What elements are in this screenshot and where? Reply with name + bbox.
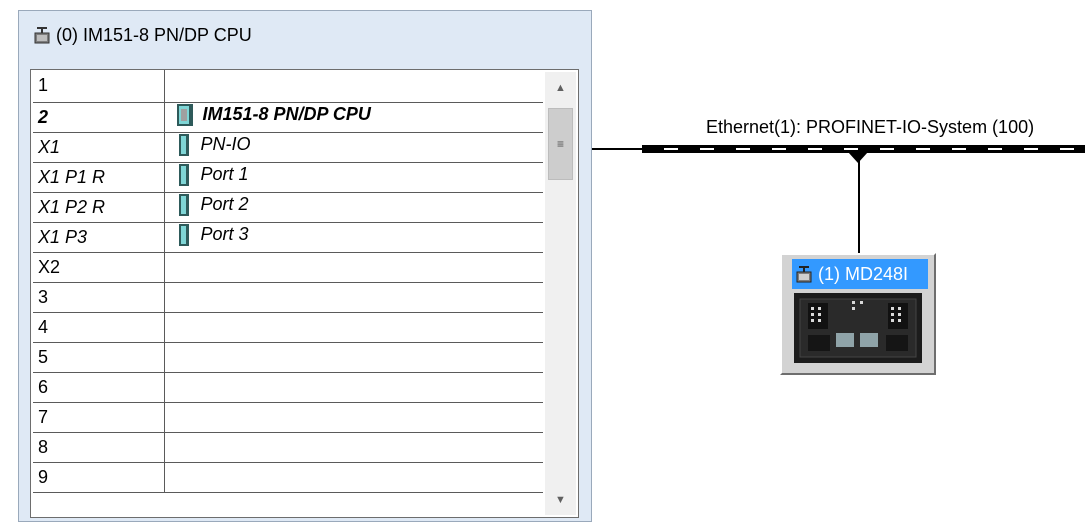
module-name: Port 1 (200, 164, 249, 184)
slot-row[interactable]: 9 (33, 462, 543, 493)
slot-module-cell[interactable] (164, 462, 543, 493)
module-name: PN-IO (200, 134, 251, 154)
cpu-module-icon (176, 103, 193, 126)
station-connection-line (592, 148, 642, 150)
io-device-box[interactable]: (1) MD248I (780, 253, 936, 375)
slot-module-cell[interactable]: Port 1 (164, 162, 543, 193)
bus-dash (880, 148, 894, 150)
slot-row[interactable]: X1 P2 R Port 2 (33, 192, 543, 223)
slot-row[interactable]: X1 PN-IO (33, 132, 543, 163)
slot-number: 6 (33, 372, 165, 403)
slot-number: X1 P1 R (33, 162, 165, 193)
slot-module-cell[interactable] (164, 282, 543, 313)
bus-dash (952, 148, 966, 150)
bus-dash (1024, 148, 1038, 150)
module-entry[interactable]: Port 2 (167, 193, 249, 216)
station-icon (34, 27, 50, 44)
bus-dash (988, 148, 1002, 150)
slot-number: 2 (33, 102, 165, 133)
slot-number: 8 (33, 432, 165, 463)
slot-row[interactable]: 1 (33, 70, 543, 103)
slot-module-cell[interactable]: PN-IO (164, 132, 543, 163)
io-device-label: (1) MD248I (818, 263, 909, 284)
slot-module-cell[interactable] (164, 372, 543, 403)
slot-row[interactable]: 2 IM151-8 PN/DP CPU (33, 102, 543, 133)
module-entry[interactable]: Port 3 (167, 223, 249, 246)
slot-row[interactable]: 3 (33, 282, 543, 313)
slot-row[interactable]: 6 (33, 372, 543, 403)
slot-number: 4 (33, 312, 165, 343)
slot-number: 9 (33, 462, 165, 493)
port-module-icon (178, 193, 189, 216)
module-entry[interactable]: IM151-8 PN/DP CPU (167, 103, 371, 126)
io-device-header[interactable]: (1) MD248I (792, 259, 928, 289)
bus-dash (1060, 148, 1074, 150)
slot-row[interactable]: 5 (33, 342, 543, 373)
slot-row[interactable]: X1 P1 R Port 1 (33, 162, 543, 193)
slot-number: 7 (33, 402, 165, 433)
slot-number: X1 (33, 132, 165, 163)
slot-row[interactable]: X2 (33, 252, 543, 283)
module-name: IM151-8 PN/DP CPU (202, 104, 371, 124)
slot-number: X1 P3 (33, 222, 165, 253)
slot-number: 5 (33, 342, 165, 373)
io-device-icon (796, 266, 812, 283)
module-entry[interactable]: Port 1 (167, 163, 249, 186)
slot-module-cell[interactable] (164, 402, 543, 433)
slot-module-cell[interactable]: IM151-8 PN/DP CPU (164, 102, 543, 133)
scroll-down-icon[interactable]: ▼ (545, 484, 576, 515)
slot-row[interactable]: X1 P3 Port 3 (33, 222, 543, 253)
bus-dash (664, 148, 678, 150)
slot-module-cell[interactable] (164, 252, 543, 283)
bus-dash (700, 148, 714, 150)
slot-module-cell[interactable]: Port 2 (164, 192, 543, 223)
scroll-thumb[interactable]: ≡ (548, 108, 573, 180)
slot-row[interactable]: 4 (33, 312, 543, 343)
vertical-scrollbar[interactable]: ▲ ≡ ▼ (545, 72, 576, 515)
slot-module-cell[interactable] (164, 70, 543, 103)
slot-module-cell[interactable] (164, 312, 543, 343)
port-module-icon (178, 223, 189, 246)
bus-dash (736, 148, 750, 150)
module-name: Port 2 (200, 194, 249, 214)
station-window[interactable]: (0) IM151-8 PN/DP CPU 1 2 IM151-8 PN/DP CP… (18, 10, 592, 522)
device-connection-line (858, 160, 860, 254)
slot-module-cell[interactable] (164, 342, 543, 373)
slot-number: X1 P2 R (33, 192, 165, 223)
device-image (794, 293, 922, 363)
station-title-bar: (0) IM151-8 PN/DP CPU (19, 11, 591, 59)
bus-dash (916, 148, 930, 150)
slot-row[interactable]: 8 (33, 432, 543, 463)
module-entry[interactable]: PN-IO (167, 133, 251, 156)
interface-module-icon (178, 133, 189, 156)
slot-row[interactable]: 7 (33, 402, 543, 433)
module-name: Port 3 (200, 224, 249, 244)
profinet-system-label[interactable]: Ethernet(1): PROFINET-IO-System (100) (706, 117, 1034, 138)
scroll-up-icon[interactable]: ▲ (545, 72, 576, 103)
slot-number: 1 (33, 70, 165, 103)
bus-dash (808, 148, 822, 150)
slot-number: 3 (33, 282, 165, 313)
bus-dash (772, 148, 786, 150)
port-module-icon (178, 163, 189, 186)
slot-number: X2 (33, 252, 165, 283)
rack-table[interactable]: 1 2 IM151-8 PN/DP CPU X1 PN-IO X1 P1 R Port 1X… (30, 69, 579, 518)
bus-dash (844, 148, 858, 150)
slot-module-cell[interactable]: Port 3 (164, 222, 543, 253)
station-title: (0) IM151-8 PN/DP CPU (56, 24, 252, 45)
slot-module-cell[interactable] (164, 432, 543, 463)
slot-table: 1 2 IM151-8 PN/DP CPU X1 PN-IO X1 P1 R Port 1X… (33, 70, 543, 493)
